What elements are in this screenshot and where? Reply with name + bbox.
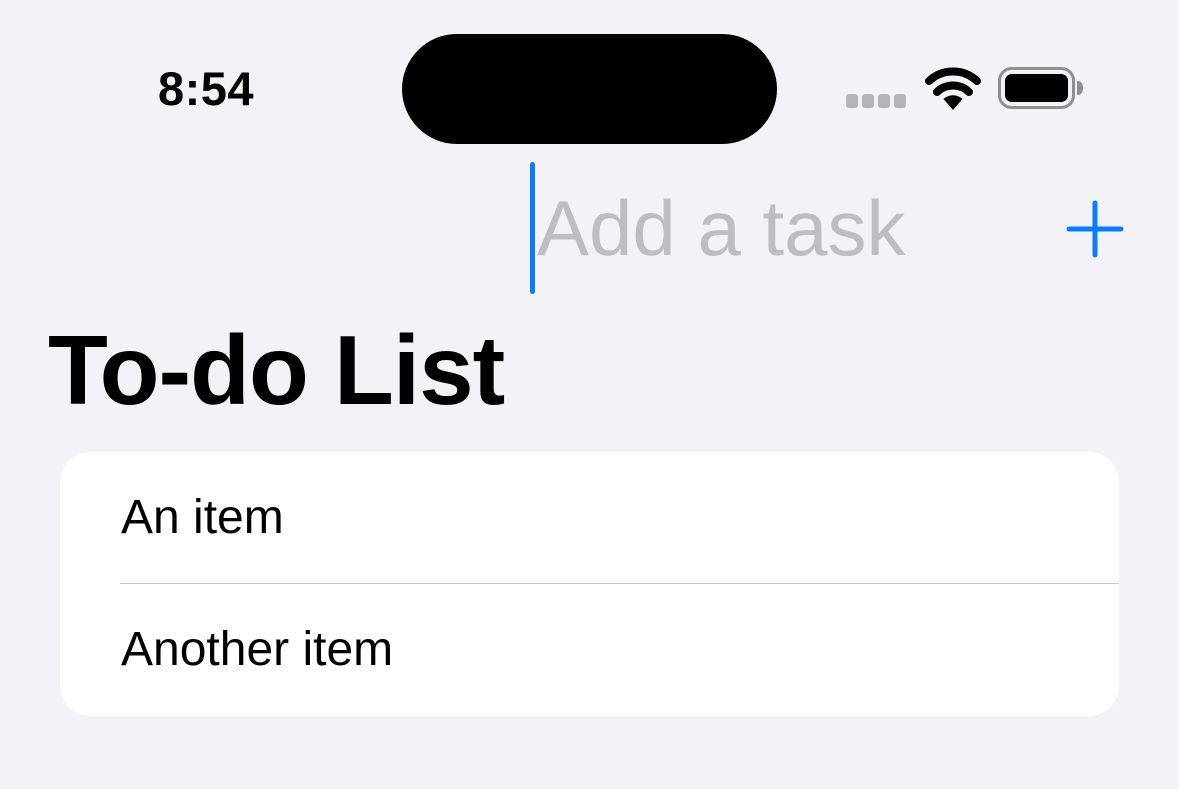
task-field[interactable] <box>530 162 1000 294</box>
task-input[interactable] <box>537 178 977 278</box>
cellular-signal-icon <box>846 94 906 108</box>
dynamic-island <box>402 34 777 144</box>
list-item[interactable]: Another item <box>60 584 1119 715</box>
page-title: To-do List <box>48 315 505 425</box>
add-task-button[interactable] <box>1064 198 1126 260</box>
list-item[interactable]: An item <box>60 452 1119 584</box>
todo-list: An item Another item <box>60 452 1119 716</box>
plus-icon <box>1066 200 1124 258</box>
text-cursor <box>530 162 535 294</box>
battery-icon <box>998 67 1083 109</box>
list-item-label: Another item <box>121 623 394 676</box>
status-time: 8:54 <box>158 62 255 115</box>
list-item-label: An item <box>121 491 284 544</box>
wifi-icon <box>925 67 981 110</box>
